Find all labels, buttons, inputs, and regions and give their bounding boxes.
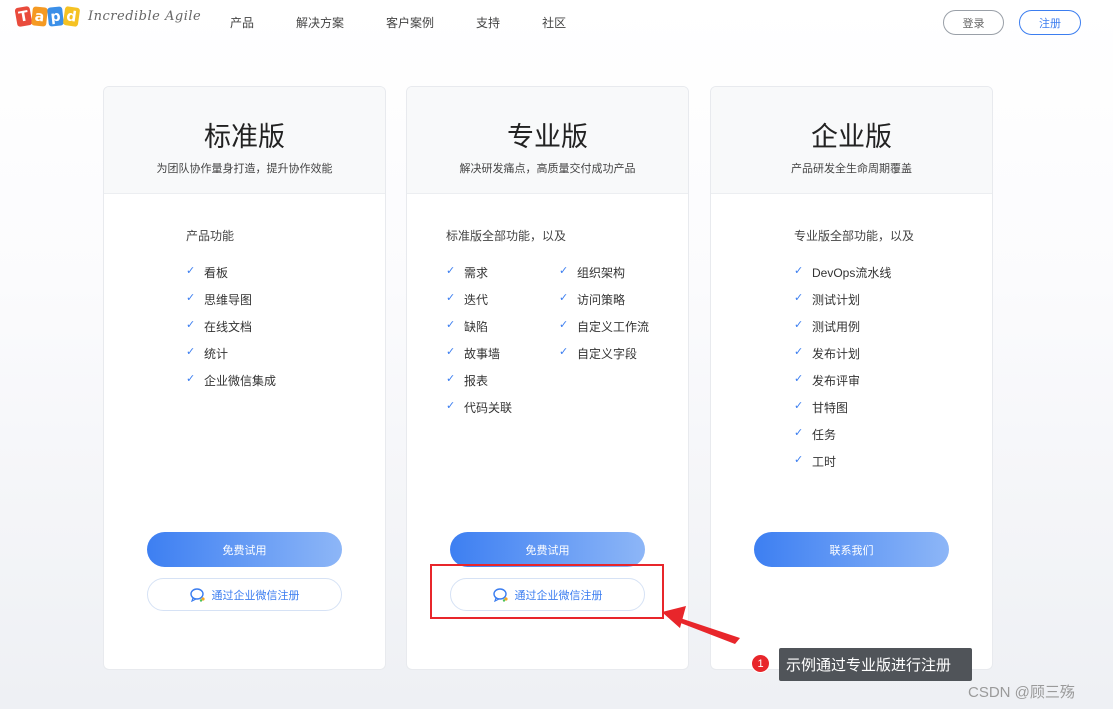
plan-subtitle: 解决研发痛点，高质量交付成功产品: [459, 163, 636, 175]
feature-item: ✓ 甘特图: [794, 400, 849, 415]
plan-title: 标准版: [204, 122, 285, 153]
feature-item: ✓ 需求: [446, 265, 489, 280]
plan-title: 专业版: [507, 122, 588, 153]
nav-item-community[interactable]: 社区: [542, 14, 566, 31]
feature-item: ✓ 自定义字段: [559, 346, 638, 361]
feature-list: ✓ 看板 ✓ 思维导图 ✓ 在线文档 ✓ 统计 ✓ 企业微信集成: [186, 264, 276, 399]
feature-item: ✓ 测试计划: [794, 292, 861, 307]
register-button[interactable]: 注册: [1019, 10, 1081, 35]
wecom-icon: [189, 587, 205, 602]
free-trial-button[interactable]: 免费试用: [450, 532, 645, 567]
logo-letter: a: [31, 6, 48, 27]
feature-item: ✓ 自定义工作流: [559, 319, 650, 334]
feature-list: ✓ 需求 ✓ 迭代 ✓ 缺陷 ✓ 故事墙 ✓ 报表 ✓ 代码关联: [446, 264, 512, 426]
check-icon: ✓: [186, 319, 196, 331]
feature-item: ✓ 发布计划: [794, 346, 861, 361]
check-icon: ✓: [186, 292, 196, 304]
feature-item: ✓ 报表: [446, 373, 489, 388]
check-icon: ✓: [559, 319, 569, 331]
check-icon: ✓: [559, 265, 569, 277]
feature-item: ✓ 发布评审: [794, 373, 861, 388]
feature-list: ✓ DevOps流水线 ✓ 测试计划 ✓ 测试用例 ✓ 发布计划 ✓ 发布评审 ✓ 甘特图 …: [794, 264, 891, 480]
feature-item: ✓ 工时: [794, 454, 837, 469]
main-nav: 产品 解决方案 客户案例 支持 社区: [230, 14, 608, 31]
check-icon: ✓: [186, 346, 196, 358]
logo-letter: T: [14, 5, 33, 28]
feature-item: ✓ 看板: [186, 265, 229, 280]
plan-card-header: 专业版 解决研发痛点，高质量交付成功产品: [407, 87, 688, 194]
check-icon: ✓: [794, 427, 804, 439]
feature-item: ✓ 任务: [794, 427, 837, 442]
logo-tagline: Incredible Agile: [88, 9, 202, 24]
check-icon: ✓: [446, 265, 456, 277]
nav-item-support[interactable]: 支持: [476, 14, 500, 31]
feature-item: ✓ 统计: [186, 346, 229, 361]
free-trial-button[interactable]: 免费试用: [147, 532, 342, 567]
csdn-watermark: CSDN @顾三殇: [968, 684, 1075, 701]
check-icon: ✓: [446, 319, 456, 331]
features-title: 产品功能: [186, 229, 235, 243]
check-icon: ✓: [794, 400, 804, 412]
feature-item: ✓ 组织架构: [559, 265, 626, 280]
check-icon: ✓: [794, 265, 804, 277]
check-icon: ✓: [446, 346, 456, 358]
check-icon: ✓: [559, 346, 569, 358]
tapd-logo[interactable]: T a p d Incredible Agile: [14, 5, 202, 28]
plan-title: 企业版: [811, 122, 892, 153]
check-icon: ✓: [186, 373, 196, 385]
feature-item: ✓ 访问策略: [559, 292, 626, 307]
logo-mark: T a p d: [14, 5, 81, 28]
feature-item: ✓ 故事墙: [446, 346, 501, 361]
feature-item: ✓ 测试用例: [794, 319, 861, 334]
feature-item: ✓ 企业微信集成: [186, 373, 277, 388]
check-icon: ✓: [794, 346, 804, 358]
check-icon: ✓: [446, 373, 456, 385]
feature-list-secondary: ✓ 组织架构 ✓ 访问策略 ✓ 自定义工作流 ✓ 自定义字段: [559, 264, 649, 372]
wecom-register-button[interactable]: 通过企业微信注册: [147, 578, 342, 611]
plan-subtitle: 产品研发全生命周期覆盖: [791, 163, 912, 175]
check-icon: ✓: [446, 292, 456, 304]
nav-item-solutions[interactable]: 解决方案: [296, 14, 344, 31]
feature-item: ✓ 缺陷: [446, 319, 489, 334]
plan-card-header: 企业版 产品研发全生命周期覆盖: [711, 87, 992, 194]
annotation-number-badge: 1: [751, 654, 770, 673]
top-nav-bar: T a p d Incredible Agile 产品 解决方案 客户案例 支持…: [0, 0, 1113, 46]
check-icon: ✓: [446, 400, 456, 412]
contact-us-button[interactable]: 联系我们: [754, 532, 949, 567]
feature-item: ✓ DevOps流水线: [794, 265, 892, 280]
plan-subtitle: 为团队协作量身打造，提升协作效能: [156, 163, 333, 175]
check-icon: ✓: [794, 319, 804, 331]
plan-card-enterprise: 企业版 产品研发全生命周期覆盖 专业版全部功能，以及 ✓ DevOps流水线 ✓ 测…: [710, 86, 993, 670]
annotation-callout: 示例通过专业版进行注册: [779, 648, 972, 681]
plan-card-standard: 标准版 为团队协作量身打造，提升协作效能 产品功能 ✓ 看板 ✓ 思维导图 ✓ 在线文…: [103, 86, 386, 670]
nav-item-products[interactable]: 产品: [230, 14, 254, 31]
login-button[interactable]: 登录: [943, 10, 1004, 35]
feature-item: ✓ 思维导图: [186, 292, 253, 307]
wecom-register-label: 通过企业微信注册: [211, 589, 300, 602]
check-icon: ✓: [186, 265, 196, 277]
nav-item-cases[interactable]: 客户案例: [386, 14, 434, 31]
check-icon: ✓: [794, 292, 804, 304]
features-title: 标准版全部功能，以及: [446, 229, 567, 243]
plan-card-header: 标准版 为团队协作量身打造，提升协作效能: [104, 87, 385, 194]
check-icon: ✓: [794, 373, 804, 385]
logo-letter: p: [47, 6, 64, 27]
features-title: 专业版全部功能，以及: [794, 229, 915, 243]
check-icon: ✓: [794, 454, 804, 466]
feature-item: ✓ 迭代: [446, 292, 489, 307]
check-icon: ✓: [559, 292, 569, 304]
logo-letter: d: [62, 6, 81, 27]
feature-item: ✓ 在线文档: [186, 319, 253, 334]
annotation-highlight-box: [430, 564, 664, 619]
feature-item: ✓ 代码关联: [446, 400, 513, 415]
